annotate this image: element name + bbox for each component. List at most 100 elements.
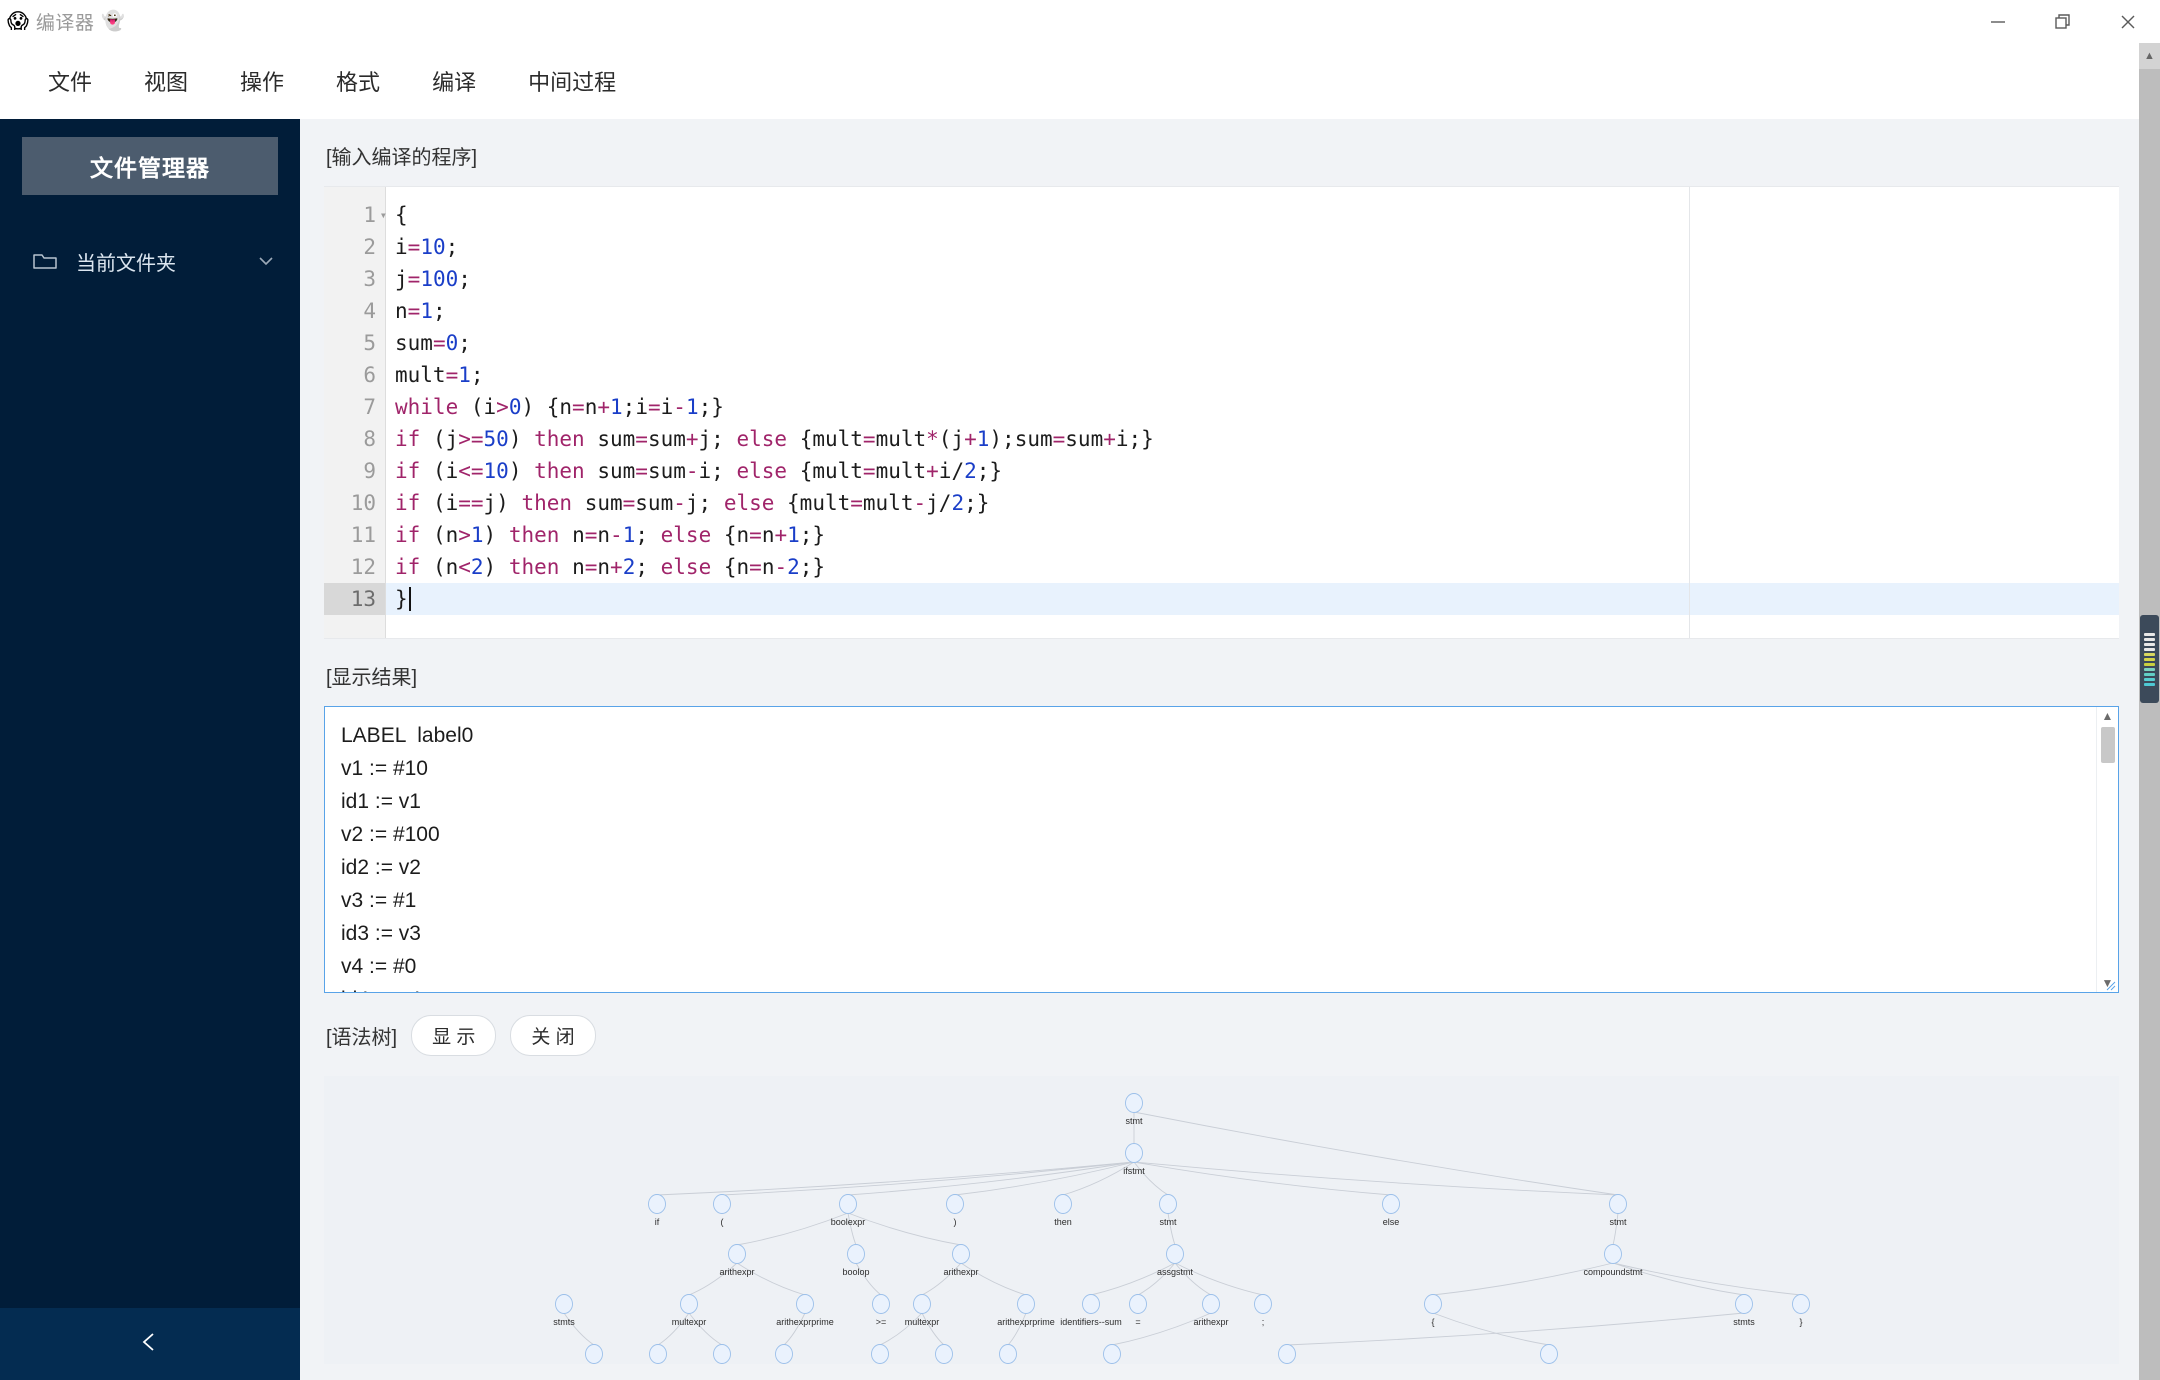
code-token: i; <box>698 459 737 483</box>
tree-node[interactable]: = <box>1129 1294 1147 1328</box>
tree-node[interactable]: ( <box>713 1194 731 1228</box>
tree-node[interactable]: stmts <box>1733 1294 1755 1328</box>
editor-code-line[interactable]: if (i==j) then sum=sum-j; else {mult=mul… <box>386 487 2119 519</box>
editor-line-number[interactable]: 6 <box>324 359 385 391</box>
tree-node[interactable]: } <box>1792 1294 1810 1328</box>
editor-line-number[interactable]: 10 <box>324 487 385 519</box>
menu-item-file[interactable]: 文件 <box>22 57 118 105</box>
chevron-down-icon[interactable] <box>256 251 276 271</box>
menu-item-format[interactable]: 格式 <box>310 57 406 105</box>
editor-line-number[interactable]: 9 <box>324 455 385 487</box>
result-scrollbar-track[interactable] <box>2097 725 2118 974</box>
editor-code-line[interactable]: { <box>386 199 2119 231</box>
result-scrollbar-thumb[interactable] <box>2101 727 2115 763</box>
tree-node[interactable]: stmt <box>1125 1093 1143 1127</box>
result-scrollbar[interactable]: ▲ ▼ <box>2096 707 2118 992</box>
editor-line-number[interactable]: 12 <box>324 551 385 583</box>
minimize-button[interactable] <box>1965 0 2030 43</box>
editor-line-number[interactable]: 1 <box>324 199 387 231</box>
editor-code-line[interactable]: if (j>=50) then sum=sum+j; else {mult=mu… <box>386 423 2119 455</box>
restore-button[interactable] <box>2030 0 2095 43</box>
tree-node[interactable]: stmts <box>553 1294 575 1328</box>
editor-line-number[interactable]: 11 <box>324 519 385 551</box>
editor-code-area[interactable]: {i=10; j=100; n=1; sum=0; mult=1; while (i>0)… <box>386 187 2119 638</box>
tree-node-label: multexpr <box>672 1317 707 1327</box>
editor-code-line[interactable]: sum=0; <box>386 327 2119 359</box>
menu-item-action[interactable]: 操作 <box>214 57 310 105</box>
code-editor[interactable]: 12345678910111213 {i=10;j=100;n=1;sum=0;… <box>324 186 2119 639</box>
tree-node[interactable]: arithexpr <box>1193 1294 1229 1328</box>
editor-line-number[interactable]: 2 <box>324 231 385 263</box>
tree-node[interactable]: multexpr <box>905 1294 940 1328</box>
tree-node[interactable]: { <box>1424 1294 1442 1328</box>
tree-node[interactable]: assgstmt <box>1157 1244 1194 1278</box>
tree-node[interactable]: stmt <box>1159 1194 1177 1228</box>
triangle-up-icon[interactable]: ▲ <box>2139 43 2160 69</box>
editor-code-line[interactable]: mult=1; <box>386 359 2119 391</box>
tree-node[interactable]: arithexprprime <box>997 1294 1055 1328</box>
tree-node[interactable]: arithexprprime <box>776 1294 834 1328</box>
tree-node[interactable] <box>1278 1344 1296 1364</box>
menu-item-view[interactable]: 视图 <box>118 57 214 105</box>
code-token: j; <box>698 427 737 451</box>
code-token: i;} <box>1115 427 1154 451</box>
tree-node[interactable]: >= <box>872 1294 890 1328</box>
resize-grip-icon[interactable] <box>2104 978 2116 991</box>
tree-node[interactable]: arithexpr <box>719 1244 755 1278</box>
menu-item-compile[interactable]: 编译 <box>406 57 502 105</box>
tree-node[interactable] <box>1540 1344 1558 1364</box>
code-token: (i <box>458 395 497 419</box>
tree-node[interactable]: multexpr <box>672 1294 707 1328</box>
tree-node[interactable]: ) <box>946 1194 964 1228</box>
close-tree-button[interactable]: 关 闭 <box>510 1015 596 1056</box>
editor-code-line[interactable]: if (i<=10) then sum=sum-i; else {mult=mu… <box>386 455 2119 487</box>
editor-code-line[interactable]: i=10; <box>386 231 2119 263</box>
editor-code-line[interactable]: if (n>1) then n=n-1; else {n=n+1;} <box>386 519 2119 551</box>
tree-node[interactable] <box>871 1344 889 1364</box>
editor-line-number[interactable]: 8 <box>324 423 385 455</box>
tree-node[interactable] <box>649 1344 667 1364</box>
tree-node[interactable] <box>1103 1344 1121 1364</box>
tree-node[interactable]: else <box>1382 1194 1400 1228</box>
sidebar-item-current-folder[interactable]: 当前文件夹 <box>0 235 300 287</box>
tree-node[interactable] <box>713 1344 731 1364</box>
tree-node[interactable]: identifiers--sum <box>1060 1294 1122 1328</box>
tree-node[interactable] <box>585 1344 603 1364</box>
tree-node[interactable] <box>775 1344 793 1364</box>
tree-node[interactable]: then <box>1054 1194 1072 1228</box>
window-scrollbar-thumb[interactable] <box>2140 615 2159 703</box>
tree-node[interactable]: stmt <box>1609 1194 1627 1228</box>
tree-node[interactable] <box>935 1344 953 1364</box>
tree-node[interactable]: boolexpr <box>831 1194 866 1228</box>
editor-line-number[interactable]: 13 <box>324 583 385 615</box>
tree-node-label: ; <box>1262 1317 1265 1327</box>
syntax-tree-canvas[interactable]: stmt ifstmt if ( boolexpr) then stmt else stmt ar… <box>324 1076 2119 1364</box>
result-output[interactable]: LABEL label0 v1 := #10 id1 := v1 v2 := #100… <box>324 706 2119 993</box>
editor-code-line[interactable]: n=1; <box>386 295 2119 327</box>
tree-node[interactable]: ifstmt <box>1123 1143 1145 1177</box>
tree-node[interactable]: boolop <box>842 1244 870 1278</box>
code-token: if <box>395 555 421 579</box>
tree-node[interactable]: compoundstmt <box>1583 1244 1643 1278</box>
editor-line-number[interactable]: 5 <box>324 327 385 359</box>
code-token: = <box>584 523 598 547</box>
tree-node[interactable]: ; <box>1254 1294 1272 1328</box>
editor-line-number[interactable]: 3 <box>324 263 385 295</box>
tree-node[interactable]: arithexpr <box>943 1244 979 1278</box>
show-tree-button[interactable]: 显 示 <box>411 1015 497 1056</box>
sidebar-header[interactable]: 文件管理器 <box>22 137 278 195</box>
editor-code-line[interactable]: j=100; <box>386 263 2119 295</box>
tree-node-label: } <box>1799 1317 1802 1327</box>
tree-node[interactable] <box>999 1344 1017 1364</box>
close-button[interactable] <box>2095 0 2160 43</box>
sidebar-collapse-button[interactable] <box>0 1308 300 1380</box>
editor-code-line[interactable]: if (n<2) then n=n+2; else {n=n-2;} <box>386 551 2119 583</box>
triangle-up-icon[interactable]: ▲ <box>2102 707 2114 725</box>
editor-line-number[interactable]: 4 <box>324 295 385 327</box>
tree-node[interactable]: if <box>648 1194 666 1228</box>
window-scrollbar[interactable]: ▲ <box>2139 43 2160 1380</box>
editor-code-line[interactable]: } <box>386 583 2119 615</box>
editor-code-line[interactable]: while (i>0) {n=n+1;i=i-1;} <box>386 391 2119 423</box>
editor-line-number[interactable]: 7 <box>324 391 385 423</box>
menu-item-intermediate[interactable]: 中间过程 <box>502 57 642 105</box>
